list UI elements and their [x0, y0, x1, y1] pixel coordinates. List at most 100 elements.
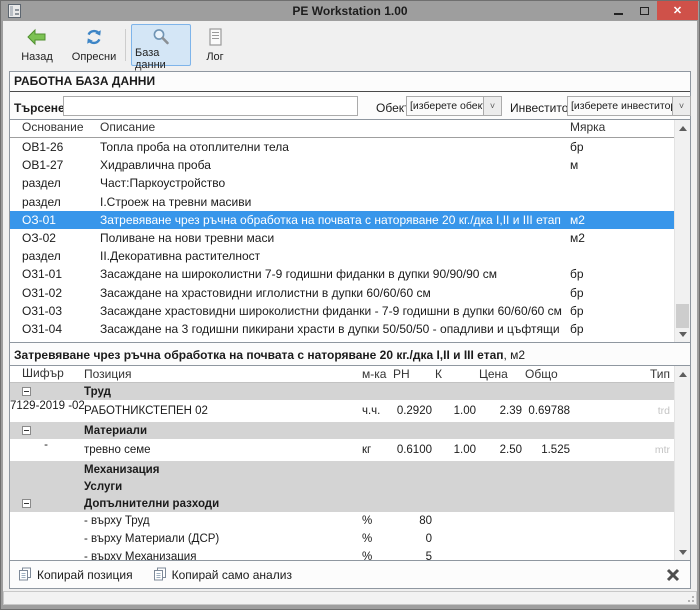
minimize-button[interactable]: [605, 1, 631, 20]
chevron-down-icon: ˅: [679, 101, 684, 111]
toolbar: Назад Опресни: [3, 21, 697, 69]
window-body: Назад Опресни: [3, 21, 697, 605]
scrollbar-thumb[interactable]: [676, 304, 689, 328]
table-row[interactable]: О31-01Засаждане на широколистни 7-9 годи…: [10, 265, 674, 283]
scroll-down-icon[interactable]: [675, 326, 690, 342]
scroll-up-icon[interactable]: [675, 120, 690, 136]
positions-table-header: Основание Описание Мярка: [10, 120, 674, 138]
column-header-shifr: Шифър: [10, 366, 82, 382]
copy-icon: [18, 567, 32, 584]
table-row[interactable]: О31-04Засаждане на 3 годишни пикирани хр…: [10, 320, 674, 338]
investor-select-value: [изберете инвеститор]: [568, 97, 672, 115]
maximize-icon: [640, 7, 649, 15]
analysis-title-text: Затревяване чрез ръчна обработка на почв…: [14, 348, 504, 362]
close-x-icon: [666, 568, 680, 582]
group-row-materiali[interactable]: Материали: [10, 422, 674, 439]
refresh-button[interactable]: Опресни: [67, 24, 121, 66]
column-header-osnovanie: Основание: [10, 120, 90, 137]
search-magnifier-icon: [151, 27, 171, 47]
toolbar-separator: [125, 29, 126, 61]
back-label: Назад: [21, 51, 53, 63]
scroll-up-icon[interactable]: [675, 366, 690, 382]
panel-title: РАБОТНА БАЗА ДАННИ: [10, 72, 690, 92]
resize-grip-icon[interactable]: [686, 594, 694, 602]
analysis-row[interactable]: - върху Материали (ДСР) % 0: [10, 530, 674, 548]
collapse-icon[interactable]: [22, 387, 31, 396]
table-row[interactable]: ОВ1-26Топла проба на отоплителни телабр: [10, 138, 674, 156]
investor-select-arrow[interactable]: ˅: [672, 97, 690, 115]
analysis-row[interactable]: 7129-2019 -02 РАБОТНИКСТЕПЕН 02 ч.ч. 0.2…: [10, 400, 674, 422]
status-bar: [3, 591, 697, 605]
close-button[interactable]: ✕: [657, 1, 698, 20]
copy-analysis-button[interactable]: Копирай само анализ: [153, 567, 292, 584]
positions-scrollbar[interactable]: [674, 120, 690, 342]
group-row-mehanizaciya[interactable]: Механизация: [10, 461, 674, 478]
panel-footer: Копирай позиция Копирай само анализ: [10, 561, 690, 589]
analysis-grid-header: Шифър Позиция м-ка РН К Цена Общо Тип: [10, 366, 674, 383]
column-header-rn: РН: [390, 367, 432, 381]
filter-row: Търсене: Обект: [изберете обект] ˅ Инвес…: [10, 94, 690, 118]
close-icon: ✕: [673, 4, 682, 17]
table-row[interactable]: ОВ1-27Хидравлична пробам: [10, 156, 674, 174]
analysis-grid-body: Труд 7129-2019 -02 РАБОТНИКСТЕПЕН 02 ч.ч…: [10, 383, 674, 560]
log-document-icon: [205, 27, 225, 47]
analysis-title: Затревяване чрез ръчна обработка на почв…: [10, 345, 690, 365]
search-input[interactable]: [63, 96, 358, 116]
table-row[interactable]: ОЗ-02Поливане на нови тревни масим2: [10, 229, 674, 247]
object-select-arrow[interactable]: ˅: [483, 97, 501, 115]
column-header-mka: м-ка: [356, 367, 390, 381]
object-select-value: [изберете обект]: [407, 97, 483, 115]
copy-position-label: Копирай позиция: [37, 568, 133, 582]
maximize-button[interactable]: [631, 1, 657, 20]
back-arrow-icon: [26, 27, 48, 47]
column-header-tip: Тип: [570, 367, 674, 381]
app-window: PE Workstation 1.00 ✕ Назад: [0, 0, 700, 610]
column-header-opisanie: Описание: [90, 120, 562, 137]
minimize-icon: [614, 13, 623, 15]
close-panel-button[interactable]: [666, 568, 680, 585]
collapse-icon[interactable]: [22, 426, 31, 435]
investor-select[interactable]: [изберете инвеститор] ˅: [567, 96, 691, 116]
copy-position-button[interactable]: Копирай позиция: [18, 567, 133, 584]
analysis-title-unit: , м2: [504, 348, 526, 362]
positions-table: Основание Описание Мярка ОВ1-26Топла про…: [10, 119, 690, 343]
scroll-down-icon[interactable]: [675, 544, 690, 560]
column-header-poziciya: Позиция: [82, 367, 356, 381]
analysis-grid: Шифър Позиция м-ка РН К Цена Общо Тип Тр…: [10, 365, 690, 561]
analysis-scrollbar[interactable]: [674, 366, 690, 560]
group-row-trud[interactable]: Труд: [10, 383, 674, 400]
search-label: Търсене:: [14, 98, 69, 118]
column-header-k: К: [432, 367, 476, 381]
group-row-uslugi[interactable]: Услуги: [10, 478, 674, 495]
table-row-section[interactable]: разделII.Декоративна растителност: [10, 247, 674, 265]
analysis-row[interactable]: - върху Механизация % 5: [10, 548, 674, 560]
group-row-dopalnitelni[interactable]: Допълнителни разходи: [10, 495, 674, 512]
analysis-row[interactable]: - върху Труд % 80: [10, 512, 674, 530]
column-header-mqrka: Мярка: [562, 120, 674, 137]
copy-analysis-label: Копирай само анализ: [172, 568, 292, 582]
collapse-icon[interactable]: [22, 499, 31, 508]
copy-icon: [153, 567, 167, 584]
table-row-section[interactable]: разделI.Строеж на тревни масиви: [10, 193, 674, 211]
analysis-row[interactable]: - тревно семе кг 0.6100 1.00 2.50 1.525 …: [10, 439, 674, 461]
titlebar[interactable]: PE Workstation 1.00 ✕: [1, 1, 699, 21]
table-row-section[interactable]: разделЧаст:Паркоустройство: [10, 174, 674, 192]
database-button[interactable]: База данни: [131, 24, 191, 66]
back-button[interactable]: Назад: [11, 24, 63, 66]
window-title: PE Workstation 1.00: [1, 4, 699, 18]
positions-table-body: ОВ1-26Топла проба на отоплителни телабр …: [10, 138, 674, 342]
column-header-obshto: Общо: [522, 367, 570, 381]
table-row[interactable]: О31-02Засаждане на храстовидни иглолистн…: [10, 284, 674, 302]
refresh-icon: [84, 27, 104, 47]
database-label: База данни: [135, 47, 187, 71]
table-row-selected[interactable]: ОЗ-01Затревяване чрез ръчна обработка на…: [10, 211, 674, 229]
table-row-clipped[interactable]: О31-05Р2: [10, 338, 674, 342]
database-panel: РАБОТНА БАЗА ДАННИ Търсене: Обект: [избе…: [9, 71, 691, 589]
log-button[interactable]: Лог: [195, 24, 235, 66]
refresh-label: Опресни: [72, 51, 116, 63]
log-label: Лог: [206, 51, 223, 63]
table-row[interactable]: О31-03Засаждане храстовидни широколистни…: [10, 302, 674, 320]
chevron-down-icon: ˅: [490, 101, 495, 111]
object-select[interactable]: [изберете обект] ˅: [406, 96, 502, 116]
column-header-cena: Цена: [476, 367, 522, 381]
